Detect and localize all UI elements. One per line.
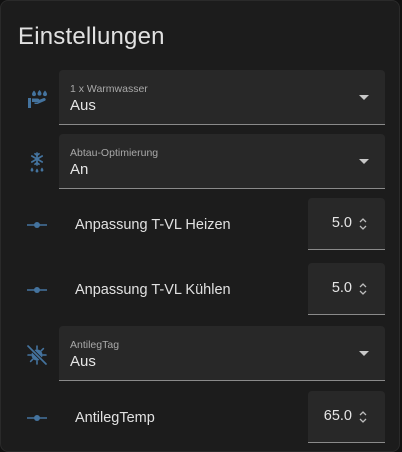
tvl-kuehlen-number-input[interactable]: 5.0 <box>308 263 385 315</box>
abtau-select[interactable]: Abtau-Optimierung An <box>59 134 385 189</box>
select-value: Aus <box>70 97 96 114</box>
select-label: Abtau-Optimierung <box>70 147 159 159</box>
number-value: 5.0 <box>331 215 352 231</box>
number-value: 65.0 <box>323 408 352 424</box>
spinner-icon[interactable] <box>358 282 368 296</box>
virus-off-icon <box>23 341 51 369</box>
card-title: Einstellungen <box>18 23 165 50</box>
dropdown-arrow-icon[interactable] <box>359 351 369 356</box>
warmwasser-select[interactable]: 1 x Warmwasser Aus <box>59 70 385 125</box>
spinner-icon[interactable] <box>358 410 368 424</box>
number-label: Anpassung T-VL Heizen <box>75 217 231 233</box>
number-label: Anpassung T-VL Kühlen <box>75 282 231 298</box>
tvl-heizen-number-input[interactable]: 5.0 <box>308 198 385 250</box>
number-value: 5.0 <box>331 280 352 296</box>
settings-card: Einstellungen 1 x Warmwasser Aus Abtau-O… <box>0 0 400 452</box>
antilegtag-select[interactable]: AntilegTag Aus <box>59 326 385 381</box>
number-label: AntilegTemp <box>75 410 155 426</box>
slider-icon <box>23 404 51 432</box>
select-value: An <box>70 161 89 178</box>
antilegtemp-number-input[interactable]: 65.0 <box>308 391 385 443</box>
select-label: 1 x Warmwasser <box>70 83 148 95</box>
spinner-icon[interactable] <box>358 217 368 231</box>
slider-icon <box>23 276 51 304</box>
select-label: AntilegTag <box>70 339 120 351</box>
select-value: Aus <box>70 353 96 370</box>
dropdown-arrow-icon[interactable] <box>359 159 369 164</box>
hand-water-icon <box>23 85 51 113</box>
snowflake-melt-icon <box>23 149 51 177</box>
slider-icon <box>23 211 51 239</box>
dropdown-arrow-icon[interactable] <box>359 95 369 100</box>
